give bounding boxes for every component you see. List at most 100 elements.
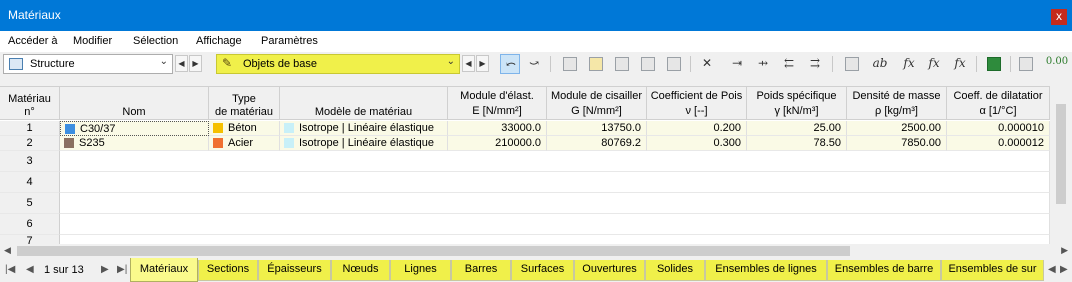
select-objects-icon[interactable]: ⤺ — [500, 54, 520, 74]
mass-density-cell[interactable]: 7850.00 — [847, 136, 947, 151]
material-type-cell[interactable]: Acier — [209, 136, 280, 151]
object-next-button[interactable]: ▶ — [476, 55, 489, 72]
object-type-combo[interactable]: ✎ Objets de base ⌄ — [216, 54, 460, 74]
formula-edit-icon[interactable]: fx — [950, 54, 970, 74]
insert-row-icon[interactable] — [586, 54, 606, 74]
specific-weight-cell[interactable]: 78.50 — [747, 136, 847, 151]
column-header-mass-density[interactable]: Densité de masse ρ [kg/m³] — [847, 87, 947, 120]
column-header-shear-modulus[interactable]: Module de cisailler G [N/mm²] — [547, 87, 647, 120]
poisson-cell[interactable]: 0.300 — [647, 136, 747, 151]
column-header-poisson[interactable]: Coefficient de Pois ν [--] — [647, 87, 747, 120]
column-header-e-modulus[interactable]: Module d'élast. E [N/mm²] — [448, 87, 547, 120]
material-model-cell[interactable]: Isotrope | Linéaire élastique — [280, 136, 448, 151]
e-modulus-cell[interactable]: 210000.0 — [448, 136, 547, 151]
menu-item-acceder[interactable]: Accéder à — [8, 35, 58, 47]
column-header-name[interactable]: Nom — [60, 87, 209, 120]
column-header-number[interactable]: Matériau n° — [0, 87, 60, 120]
type-color-swatch — [213, 123, 223, 133]
column-header-thermal-expansion[interactable]: Coeff. de dilatatior α [1/°C] — [947, 87, 1050, 120]
object-prev-button[interactable]: ◀ — [462, 55, 475, 72]
move-right-icon[interactable]: ⇉ — [805, 54, 825, 74]
vertical-scroll-thumb[interactable] — [1056, 104, 1066, 204]
table-row[interactable] — [60, 235, 1050, 244]
tabs-scroll-left-icon[interactable]: ◀ — [1048, 264, 1056, 275]
decimal-places-icon[interactable]: 0.00 — [1044, 54, 1070, 74]
tabs-scroll-right-icon[interactable]: ▶ — [1060, 264, 1068, 275]
column-header-model[interactable]: Modèle de matériau — [280, 87, 448, 120]
horizontal-scrollbar[interactable]: ◀ ▶ — [0, 244, 1072, 258]
specific-weight-cell[interactable]: 25.00 — [747, 121, 847, 136]
delete-row-icon[interactable] — [638, 54, 658, 74]
vertical-scrollbar[interactable] — [1050, 86, 1072, 244]
material-type-cell[interactable]: Béton — [209, 121, 280, 136]
table-row[interactable] — [60, 151, 1050, 172]
prev-page-icon[interactable]: ◀ — [26, 264, 34, 275]
add-icon[interactable] — [612, 54, 632, 74]
material-color-swatch — [64, 138, 74, 148]
remove-icon[interactable]: ⇸ — [753, 54, 773, 74]
tab-lignes[interactable]: Lignes — [390, 260, 451, 281]
delete-icon[interactable]: ✕ — [697, 54, 717, 74]
row-number: 3 — [0, 151, 60, 172]
structure-prev-button[interactable]: ◀ — [175, 55, 188, 72]
tab-ensembles-de-barres[interactable]: Ensembles de barre — [827, 260, 941, 281]
tab-ouvertures[interactable]: Ouvertures — [574, 260, 645, 281]
page-indicator: 1 sur 13 — [44, 264, 84, 276]
tab-barres[interactable]: Barres — [451, 260, 511, 281]
first-page-icon[interactable]: |◀ — [5, 264, 15, 275]
formula-icon[interactable]: fx — [899, 54, 919, 74]
thermal-expansion-cell[interactable]: 0.000010 — [947, 121, 1050, 136]
structure-next-button[interactable]: ▶ — [189, 55, 202, 72]
model-color-swatch — [284, 123, 294, 133]
abc-icon[interactable]: ab — [870, 54, 890, 74]
chevron-down-icon: ⌄ — [159, 56, 168, 67]
material-name-cell[interactable]: C30/37 — [60, 121, 209, 136]
e-modulus-cell[interactable]: 33000.0 — [448, 121, 547, 136]
column-header-type[interactable]: Type de matériau — [209, 87, 280, 120]
tab-sections[interactable]: Sections — [198, 260, 258, 281]
menu-item-parametres[interactable]: Paramètres — [261, 35, 318, 47]
clear-icon[interactable] — [664, 54, 684, 74]
import-icon[interactable]: ⇥ — [727, 54, 747, 74]
close-button[interactable]: x — [1051, 9, 1067, 25]
last-page-icon[interactable]: ▶| — [117, 264, 127, 275]
tab-materiaux[interactable]: Matériaux — [130, 258, 198, 282]
shear-modulus-cell[interactable]: 13750.0 — [547, 121, 647, 136]
window-icon[interactable] — [842, 54, 862, 74]
next-page-icon[interactable]: ▶ — [101, 264, 109, 275]
excel-icon[interactable] — [984, 54, 1004, 74]
shear-modulus-cell[interactable]: 80769.2 — [547, 136, 647, 151]
menu-item-selection[interactable]: Sélection — [133, 35, 178, 47]
table-row[interactable] — [60, 214, 1050, 235]
settings-icon[interactable] — [1016, 54, 1036, 74]
horizontal-scroll-thumb[interactable] — [17, 246, 850, 256]
material-name-cell[interactable]: S235 — [60, 136, 209, 151]
table-view-icon[interactable] — [560, 54, 580, 74]
mass-density-cell[interactable]: 2500.00 — [847, 121, 947, 136]
tab-epaisseurs[interactable]: Épaisseurs — [258, 260, 331, 281]
poisson-cell[interactable]: 0.200 — [647, 121, 747, 136]
structure-combo-value: Structure — [30, 58, 75, 70]
table-row[interactable] — [60, 172, 1050, 193]
scroll-right-icon[interactable]: ▶ — [1061, 245, 1068, 256]
menu-item-modifier[interactable]: Modifier — [73, 35, 112, 47]
select-graphically-icon[interactable]: ⤻ — [524, 54, 544, 74]
thermal-expansion-cell[interactable]: 0.000012 — [947, 136, 1050, 151]
menu-item-affichage[interactable]: Affichage — [196, 35, 242, 47]
menu-bar: Accéder à Modifier Sélection Affichage P… — [0, 31, 1072, 52]
tab-ensembles-de-lignes[interactable]: Ensembles de lignes — [705, 260, 827, 281]
tab-ensembles-de-surfaces[interactable]: Ensembles de sur — [941, 260, 1044, 281]
scroll-left-icon[interactable]: ◀ — [4, 245, 11, 256]
move-left-icon[interactable]: ⇇ — [779, 54, 799, 74]
table-row[interactable] — [60, 193, 1050, 214]
tab-bar: |◀ ◀ 1 sur 13 ▶ ▶| Matériaux Sections Ép… — [0, 258, 1072, 282]
material-model-cell[interactable]: Isotrope | Linéaire élastique — [280, 121, 448, 136]
tab-solides[interactable]: Solides — [645, 260, 705, 281]
formula-delete-icon[interactable]: fx — [924, 54, 944, 74]
column-header-specific-weight[interactable]: Poids spécifique γ [kN/m³] — [747, 87, 847, 120]
tab-surfaces[interactable]: Surfaces — [511, 260, 574, 281]
structure-combo[interactable]: Structure ⌄ — [3, 54, 173, 74]
row-number: 2 — [0, 136, 60, 151]
materials-table: Matériau n° Nom Type de matériau Modèle de… — [0, 86, 1050, 244]
tab-noeuds[interactable]: Nœuds — [331, 260, 390, 281]
